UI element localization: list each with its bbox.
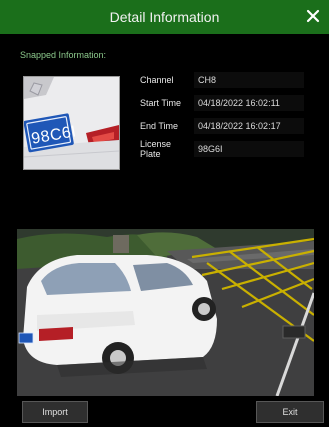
start-time-row: Start Time 04/18/2022 16:02:11 — [140, 91, 304, 114]
dialog-title: Detail Information — [109, 9, 220, 25]
import-button[interactable]: Import — [22, 401, 88, 423]
end-time-value: 04/18/2022 16:02:17 — [194, 117, 304, 134]
license-plate-row: License Plate 98G6I — [140, 137, 304, 160]
detail-fields: Channel CH8 Start Time 04/18/2022 16:02:… — [140, 68, 304, 160]
exit-button[interactable]: Exit — [256, 401, 324, 423]
title-bar: Detail Information — [0, 0, 329, 34]
license-plate-label: License Plate — [140, 138, 172, 159]
channel-value: CH8 — [194, 71, 304, 88]
channel-label: Channel — [140, 74, 174, 85]
start-time-value: 04/18/2022 16:02:11 — [194, 94, 304, 111]
license-plate-value: 98G6I — [194, 140, 304, 157]
detail-information-dialog: Detail Information Snapped Information: … — [0, 0, 329, 427]
start-time-label: Start Time — [140, 97, 182, 108]
end-time-row: End Time 04/18/2022 16:02:17 — [140, 114, 304, 137]
channel-row: Channel CH8 — [140, 68, 304, 91]
end-time-label: End Time — [140, 120, 179, 131]
snapped-plate-thumbnail: 98C6I — [23, 76, 120, 170]
close-icon[interactable] — [303, 6, 323, 26]
snapped-information-label: Snapped Information: — [20, 50, 107, 60]
snapshot-scene-image — [17, 229, 314, 396]
